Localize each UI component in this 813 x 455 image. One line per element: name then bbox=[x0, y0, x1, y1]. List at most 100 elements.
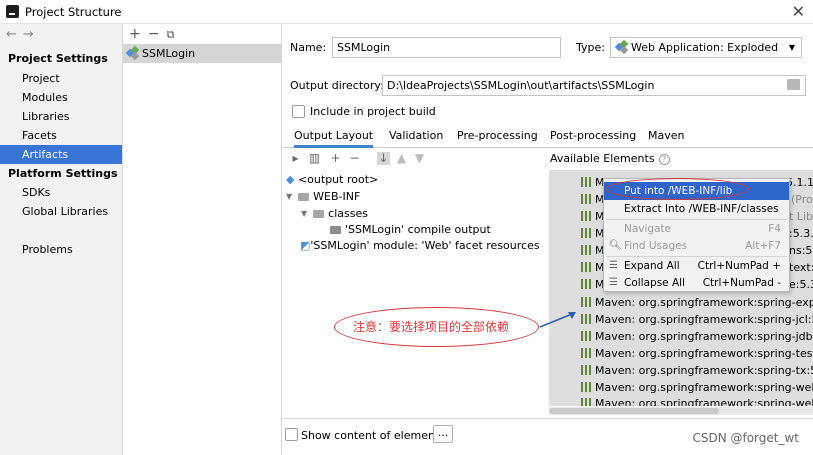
back-arrow-icon[interactable]: ← bbox=[6, 27, 23, 42]
library-icon bbox=[581, 314, 591, 324]
list-item[interactable]: Mtext:5 bbox=[581, 259, 813, 276]
tab-maven[interactable]: Maven bbox=[648, 129, 684, 142]
move-down-icon[interactable]: ▼ bbox=[413, 152, 426, 165]
include-build-checkbox[interactable] bbox=[292, 105, 305, 118]
web-artifact-icon bbox=[125, 45, 140, 61]
list-item[interactable]: Maven: org.springframework:spring-jcl:5.… bbox=[581, 311, 813, 328]
output-directory-label: Output directory: bbox=[290, 79, 384, 92]
tree-facet-resources[interactable]: ◩'SSMLogin' module: 'Web' facet resource… bbox=[300, 237, 540, 254]
tab-validation[interactable]: Validation bbox=[389, 129, 443, 142]
library-icon bbox=[581, 245, 591, 255]
web-facet-icon: ◩ bbox=[300, 239, 311, 252]
tree-output-root[interactable]: ◆ <output root> bbox=[286, 171, 378, 188]
horizontal-scrollbar[interactable] bbox=[549, 407, 813, 415]
search-icon: 🔍︎ bbox=[609, 240, 622, 251]
show-content-label: Show content of elements bbox=[301, 429, 445, 442]
artifacts-list-panel: + − ⧉ SSMLogin bbox=[123, 24, 282, 455]
artifact-name: SSMLogin bbox=[142, 47, 196, 60]
copy-artifact-icon[interactable]: ⧉ bbox=[166, 28, 174, 41]
remove-icon[interactable]: − bbox=[348, 152, 361, 165]
add-copy-icon[interactable]: + bbox=[329, 152, 342, 165]
expand-all-icon: ☰ bbox=[609, 260, 618, 271]
available-elements-label: Available Elements? bbox=[550, 152, 670, 165]
tree-classes[interactable]: ▼ classes bbox=[301, 205, 368, 222]
folder-icon bbox=[313, 210, 325, 218]
artifact-tabs: Output Layout Validation Pre-processing … bbox=[283, 126, 813, 148]
project-settings-heading: Project Settings bbox=[8, 52, 108, 65]
tab-output-layout[interactable]: Output Layout bbox=[294, 129, 374, 148]
sidebar-item-sdks[interactable]: SDKs bbox=[0, 183, 122, 202]
compile-output-label: 'SSMLogin' compile output bbox=[345, 223, 491, 236]
facet-resources-label: 'SSMLogin' module: 'Web' facet resources bbox=[310, 239, 540, 252]
settings-sidebar: ←→ Project Settings Project Modules Libr… bbox=[0, 24, 123, 455]
show-content-checkbox[interactable] bbox=[285, 428, 298, 441]
folder-icon bbox=[298, 193, 310, 201]
window-title: Project Structure bbox=[25, 5, 122, 19]
nav-arrows: ←→ bbox=[6, 27, 40, 42]
list-item[interactable]: Maven: org.springframework:spring-webmvc bbox=[581, 395, 813, 406]
annotation-text: 注意：要选择项目的全部依赖 bbox=[353, 320, 510, 334]
menu-item-collapse-all[interactable]: ☰ Collapse All Ctrl+NumPad - bbox=[604, 274, 789, 292]
list-item[interactable]: Maven: org.springframework:spring-web:5.… bbox=[581, 379, 813, 396]
menu-item-navigate[interactable]: Navigate F4 bbox=[604, 220, 789, 238]
scrollbar-thumb[interactable] bbox=[549, 408, 719, 414]
tab-pre-processing[interactable]: Pre-processing bbox=[457, 129, 538, 142]
sidebar-item-project[interactable]: Project bbox=[0, 69, 122, 88]
menu-item-extract-into-classes[interactable]: Extract Into /WEB-INF/classes bbox=[604, 200, 789, 218]
platform-settings-heading: Platform Settings bbox=[8, 167, 118, 180]
bottom-bar: Show content of elements ... CSDN @forge… bbox=[283, 418, 813, 455]
name-field[interactable]: SSMLogin bbox=[332, 37, 561, 58]
menu-item-find-usages[interactable]: 🔍︎ Find Usages Alt+F7 bbox=[604, 237, 789, 255]
list-item[interactable]: Maven: org.springframework:spring-jdbc:5… bbox=[581, 328, 813, 345]
list-item[interactable]: Mns:5.3 bbox=[581, 242, 813, 259]
sidebar-item-libraries[interactable]: Libraries bbox=[0, 107, 122, 126]
type-select[interactable]: Web Application: Exploded ▼ bbox=[610, 37, 802, 58]
add-artifact-icon[interactable]: + bbox=[129, 26, 141, 42]
sidebar-item-artifacts[interactable]: Artifacts bbox=[0, 145, 122, 164]
list-item[interactable]: Me:5.3. bbox=[581, 276, 813, 293]
web-inf-label: WEB-INF bbox=[313, 190, 361, 203]
library-icon bbox=[581, 279, 591, 289]
sidebar-item-facets[interactable]: Facets bbox=[0, 126, 122, 145]
web-app-type-icon bbox=[614, 39, 629, 55]
tree-web-inf[interactable]: ▼ WEB-INF bbox=[286, 188, 360, 205]
remove-artifact-icon[interactable]: − bbox=[148, 26, 160, 42]
tree-compile-output[interactable]: 'SSMLogin' compile output bbox=[330, 221, 491, 238]
output-root-label: <output root> bbox=[297, 173, 379, 186]
close-icon[interactable]: ✕ bbox=[792, 2, 805, 21]
title-bar: Project Structure ✕ bbox=[0, 0, 813, 24]
available-elements-text: Available Elements bbox=[550, 152, 655, 165]
output-directory-field[interactable]: D:\IdeaProjects\SSMLogin\out\artifacts\S… bbox=[382, 75, 806, 96]
library-icon bbox=[581, 228, 591, 238]
browse-folder-icon[interactable] bbox=[787, 79, 800, 90]
library-icon bbox=[581, 262, 591, 272]
list-item[interactable]: Maven: org.springframework:spring-tx:5.3… bbox=[581, 362, 813, 379]
forward-arrow-icon[interactable]: → bbox=[23, 27, 40, 42]
help-icon[interactable]: ? bbox=[658, 154, 670, 165]
sort-icon[interactable]: ↓ bbox=[377, 152, 390, 165]
type-value: Web Application: Exploded bbox=[631, 41, 779, 54]
sidebar-item-modules[interactable]: Modules bbox=[0, 88, 122, 107]
menu-highlight-ellipse bbox=[606, 178, 749, 200]
collapse-all-icon: ☰ bbox=[609, 277, 618, 288]
sidebar-item-global-libraries[interactable]: Global Libraries bbox=[0, 202, 122, 221]
watermark: CSDN @forget_wt bbox=[692, 431, 799, 445]
include-build-label: Include in project build bbox=[310, 105, 436, 118]
library-icon bbox=[581, 194, 591, 204]
list-item[interactable]: Maven: org.springframework:spring-expres… bbox=[581, 294, 813, 311]
list-item[interactable]: Maven: org.springframework:spring-test:5… bbox=[581, 345, 813, 362]
tab-post-processing[interactable]: Post-processing bbox=[550, 129, 636, 142]
create-directory-icon[interactable]: ▸ bbox=[289, 152, 302, 165]
classes-label: classes bbox=[328, 207, 368, 220]
artifact-item-ssmlogin[interactable]: SSMLogin bbox=[123, 44, 281, 63]
more-options-button[interactable]: ... bbox=[433, 425, 453, 443]
library-icon bbox=[581, 211, 591, 221]
create-archive-icon[interactable]: ▥ bbox=[308, 152, 321, 165]
library-icon bbox=[581, 382, 591, 392]
output-directory-value: D:\IdeaProjects\SSMLogin\out\artifacts\S… bbox=[387, 79, 655, 92]
sidebar-item-problems[interactable]: Problems bbox=[0, 240, 122, 259]
output-root-icon: ◆ bbox=[286, 173, 295, 186]
library-icon bbox=[581, 365, 591, 375]
menu-item-expand-all[interactable]: ☰ Expand All Ctrl+NumPad + bbox=[604, 257, 789, 275]
move-up-icon[interactable]: ▲ bbox=[395, 152, 408, 165]
